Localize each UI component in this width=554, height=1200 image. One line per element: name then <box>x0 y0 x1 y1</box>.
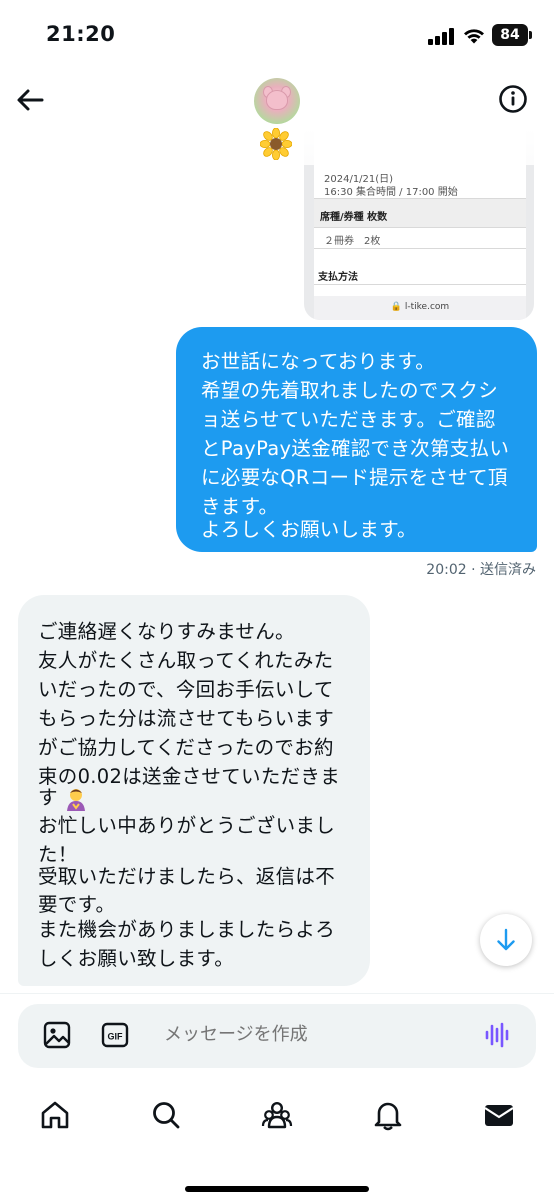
bottom-navigation <box>0 1090 554 1150</box>
message-input[interactable] <box>164 1024 464 1045</box>
gif-button[interactable]: GIF <box>100 1020 130 1050</box>
attachment-url-bar: 🔒 l-tike.com <box>314 296 526 320</box>
message-line: とPayPay送金確認でき次第支払い <box>201 437 510 460</box>
message-line: また機会がありましましたらよろ <box>38 918 336 941</box>
message-line: お忙しい中ありがとうございまし <box>38 814 336 837</box>
avatar[interactable] <box>254 78 300 124</box>
attachment-seat-header: 席種/券種 枚数 <box>320 212 388 223</box>
image-icon[interactable] <box>42 1020 72 1050</box>
lock-icon: 🔒 <box>390 302 403 312</box>
home-indicator <box>185 1186 369 1192</box>
message-line: ご連絡遅くなりすみません。 <box>38 620 295 643</box>
message-line-with-emoji: す <box>38 781 88 811</box>
attachment-seat-value: ２冊券 2枚 <box>324 236 381 247</box>
gif-icon: GIF <box>101 1022 129 1048</box>
arrow-left-icon[interactable] <box>14 84 46 116</box>
status-bar: 21:20 84 <box>0 0 554 70</box>
composer-divider <box>0 993 554 994</box>
home-icon[interactable] <box>38 1098 72 1132</box>
message-line: す <box>38 786 58 809</box>
scroll-to-bottom-button[interactable] <box>480 914 532 966</box>
message-composer: GIF <box>18 1004 536 1068</box>
message-line: 友人がたくさん取ってくれたみた <box>38 649 334 672</box>
communities-icon[interactable] <box>260 1098 294 1132</box>
cellular-signal-icon <box>428 27 458 45</box>
voice-message-icon[interactable] <box>482 1020 512 1050</box>
wifi-icon <box>464 29 484 44</box>
message-line: 希望の先着取れましたのでスクシ <box>201 379 499 402</box>
message-line: いだったので、今回お手伝いして <box>38 678 334 701</box>
search-icon[interactable] <box>149 1098 183 1132</box>
message-line: に必要なQRコード提示をさせて頂 <box>201 466 508 489</box>
attachment-url: l-tike.com <box>404 302 450 312</box>
battery-indicator: 84 <box>492 24 528 46</box>
attachment-time: 16:30 集合時間 / 17:00 開始 <box>324 187 458 198</box>
message-line: 受取いただけましたら、返信は不 <box>38 865 335 888</box>
attachment-payment-header: 支払方法 <box>318 272 358 283</box>
sunflower-icon <box>260 128 292 160</box>
message-bubble-incoming[interactable]: ご連絡遅くなりすみません。 友人がたくさん取ってくれたみた いだったので、今回お… <box>18 595 370 986</box>
messages-icon[interactable] <box>482 1098 516 1132</box>
notifications-icon[interactable] <box>371 1098 405 1132</box>
message-line: ョ送らせていただきます。ご確認 <box>201 408 496 431</box>
arrow-down-icon <box>497 928 515 951</box>
message-line: よろしくお願いします。 <box>201 518 417 541</box>
info-icon[interactable] <box>498 84 528 114</box>
message-line: しくお願い致します。 <box>38 947 235 970</box>
battery-tip <box>529 31 532 39</box>
message-bubble-outgoing[interactable]: お世話になっております。 希望の先着取れましたのでスクシ ョ送らせていただきます… <box>176 327 537 552</box>
gif-label: GIF <box>108 1032 124 1042</box>
status-time: 21:20 <box>46 22 116 46</box>
message-line: もらった分は流させてもらいます <box>38 707 335 730</box>
message-status: 20:02 · 送信済み <box>426 562 536 578</box>
message-line: お世話になっております。 <box>201 350 436 373</box>
person-bowing-emoji-icon <box>67 788 86 811</box>
message-line: がご協力してくださったのでお約 <box>38 736 334 759</box>
conversation-header <box>0 70 554 165</box>
